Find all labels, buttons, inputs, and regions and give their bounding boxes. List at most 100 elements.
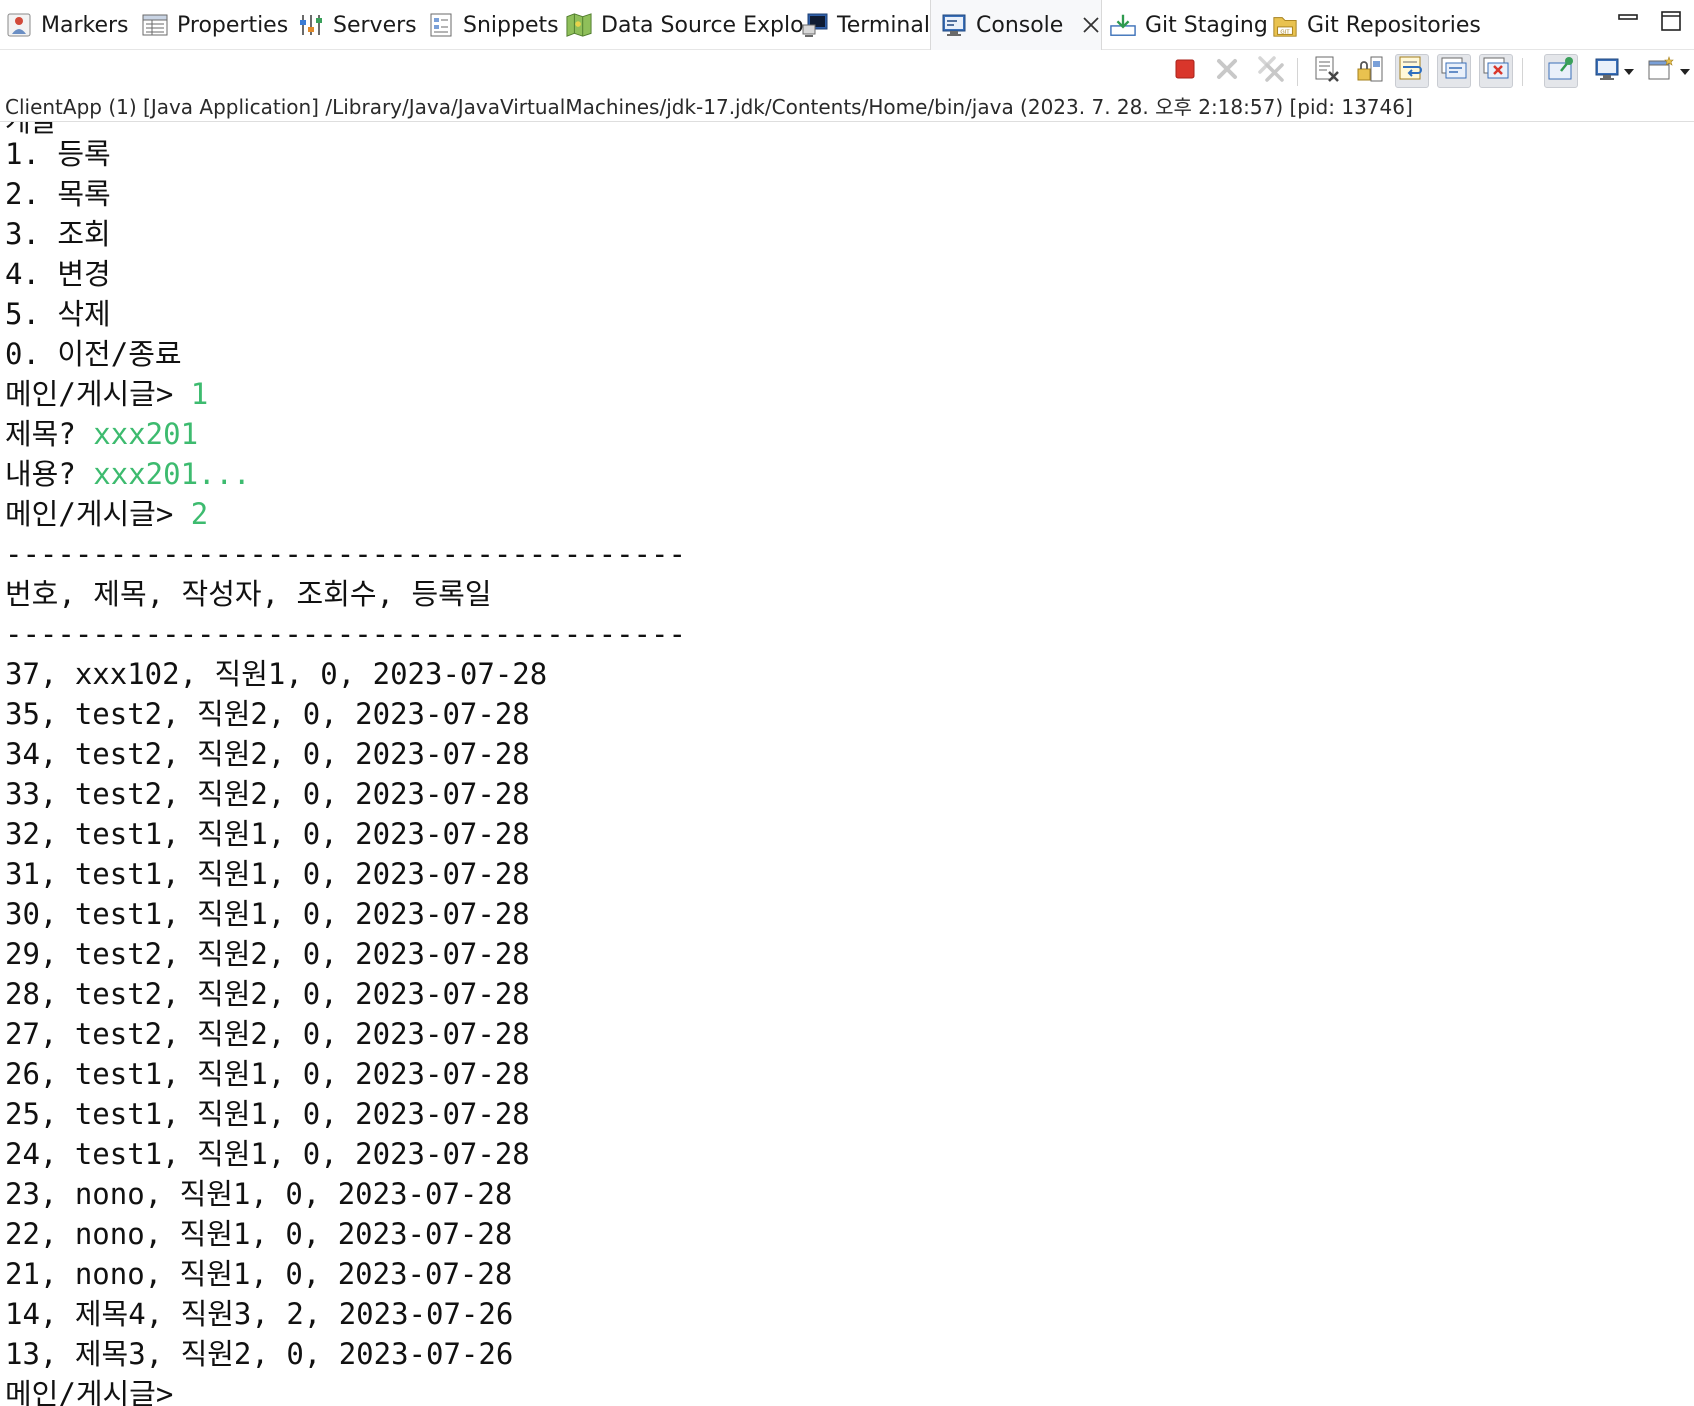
pin-console-button[interactable]: [1544, 54, 1578, 88]
console-line: 25, test1, 직원1, 0, 2023-07-28: [5, 1094, 686, 1134]
tab-label: Terminal: [837, 12, 930, 38]
show-console-on-stderr-button[interactable]: [1479, 54, 1513, 88]
launch-description: ClientApp (1) [Java Application] /Librar…: [5, 95, 1413, 119]
console-line-text: 1. 등록: [5, 137, 111, 171]
markers-icon: [6, 12, 32, 38]
tab-label: Markers: [41, 12, 129, 38]
minimize-icon[interactable]: [1617, 10, 1639, 32]
console-line: 23, nono, 직원1, 0, 2023-07-28: [5, 1174, 686, 1214]
console-line-text: 37, xxx102, 직원1, 0, 2023-07-28: [5, 657, 548, 691]
console-line-text: 5. 삭제: [5, 297, 111, 331]
console-line-text: 메인/게시글>: [5, 377, 191, 411]
console-output[interactable]: 게글 1. 등록2. 목록3. 조회4. 변경5. 삭제0. 이전/종료메인/게…: [5, 122, 1690, 1406]
console-line: 37, xxx102, 직원1, 0, 2023-07-28: [5, 654, 686, 694]
console-line-text: 번호, 제목, 작성자, 조회수, 등록일: [5, 577, 492, 611]
tab-snippets[interactable]: Snippets: [428, 0, 559, 50]
console-line-text: 28, test2, 직원2, 0, 2023-07-28: [5, 977, 530, 1011]
tab-markers[interactable]: Markers: [6, 0, 129, 50]
tab-label: Servers: [333, 12, 417, 38]
clear-console-button[interactable]: [1310, 54, 1344, 88]
data-source-explorer-icon: [566, 12, 592, 38]
console-line-text: ---------------------------------------: [5, 537, 686, 571]
terminal-icon: [802, 12, 828, 38]
maximize-icon[interactable]: [1660, 10, 1682, 32]
console-line: 28, test2, 직원2, 0, 2023-07-28: [5, 974, 686, 1014]
console-line-text: 26, test1, 직원1, 0, 2023-07-28: [5, 1057, 530, 1091]
tab-git-repositories[interactable]: GIT Git Repositories: [1272, 0, 1481, 50]
remove-launch-button[interactable]: [1210, 54, 1244, 88]
properties-icon: [142, 12, 168, 38]
word-wrap-button[interactable]: [1395, 54, 1429, 88]
display-selected-console-icon: [1594, 56, 1620, 86]
display-selected-console-button[interactable]: [1590, 54, 1624, 88]
show-console-on-stderr-icon: [1482, 55, 1510, 87]
servers-icon: [298, 12, 324, 38]
git-staging-icon: [1110, 12, 1136, 38]
show-console-on-stdout-icon: [1440, 55, 1468, 87]
console-line: 2. 목록: [5, 174, 686, 214]
chevron-down-icon[interactable]: [1622, 64, 1636, 78]
console-line: 1. 등록: [5, 134, 686, 174]
tab-label: Snippets: [463, 12, 559, 38]
remove-launch-icon: [1214, 56, 1240, 86]
tab-label: Git Staging: [1145, 12, 1268, 38]
console-line-text: 24, test1, 직원1, 0, 2023-07-28: [5, 1137, 530, 1171]
console-line: 0. 이전/종료: [5, 334, 686, 374]
svg-text:GIT: GIT: [1280, 29, 1290, 35]
console-line-text: 33, test2, 직원2, 0, 2023-07-28: [5, 777, 530, 811]
pin-console-icon: [1547, 55, 1575, 87]
console-line: 26, test1, 직원1, 0, 2023-07-28: [5, 1054, 686, 1094]
console-line: 24, test1, 직원1, 0, 2023-07-28: [5, 1134, 686, 1174]
terminate-icon: [1173, 57, 1197, 85]
tab-label: Data Source Explo: [601, 12, 804, 38]
word-wrap-icon: [1398, 55, 1426, 87]
console-line: 내용? xxx201...: [5, 454, 686, 494]
show-console-on-stdout-button[interactable]: [1437, 54, 1471, 88]
scroll-lock-button[interactable]: [1353, 54, 1387, 88]
open-console-button[interactable]: [1644, 54, 1678, 88]
tab-terminal[interactable]: Terminal: [802, 0, 930, 50]
console-line-text: 25, test1, 직원1, 0, 2023-07-28: [5, 1097, 530, 1131]
close-icon[interactable]: [1081, 15, 1101, 35]
console-line: 35, test2, 직원2, 0, 2023-07-28: [5, 694, 686, 734]
console-lines: 1. 등록 2. 목록 3. 조회 4. 변경 5. 삭제 0. 이전/종료 메인/게시글>…: [5, 134, 686, 1406]
tab-servers[interactable]: Servers: [298, 0, 417, 50]
console-toolbar: [0, 50, 1694, 94]
console-line: 27, test2, 직원2, 0, 2023-07-28: [5, 1014, 686, 1054]
remove-all-terminated-button[interactable]: [1254, 54, 1288, 88]
console-line-text: 2. 목록: [5, 177, 111, 211]
tab-console[interactable]: Console: [930, 0, 1102, 50]
scroll-lock-icon: [1356, 55, 1384, 87]
console-line-text: 32, test1, 직원1, 0, 2023-07-28: [5, 817, 530, 851]
console-line: 14, 제목4, 직원3, 2, 2023-07-26: [5, 1294, 686, 1334]
tab-label: Console: [976, 12, 1064, 38]
console-line: 메인/게시글> 1: [5, 374, 686, 414]
console-user-input: 2: [190, 497, 209, 531]
git-repositories-icon: GIT: [1272, 12, 1298, 38]
console-line: 30, test1, 직원1, 0, 2023-07-28: [5, 894, 686, 934]
console-line: 29, test2, 직원2, 0, 2023-07-28: [5, 934, 686, 974]
console-line: 메인/게시글> 2: [5, 494, 686, 534]
console-line: 4. 변경: [5, 254, 686, 294]
console-line: 22, nono, 직원1, 0, 2023-07-28: [5, 1214, 686, 1254]
snippets-icon: [428, 12, 454, 38]
tab-properties[interactable]: Properties: [142, 0, 288, 50]
console-line-text: 35, test2, 직원2, 0, 2023-07-28: [5, 697, 530, 731]
console-line-text: ---------------------------------------: [5, 617, 686, 651]
chevron-down-icon[interactable]: [1678, 64, 1692, 78]
console-line-text: 31, test1, 직원1, 0, 2023-07-28: [5, 857, 530, 891]
console-line-text: 14, 제목4, 직원3, 2, 2023-07-26: [5, 1297, 514, 1331]
open-console-icon: [1647, 55, 1675, 87]
console-line-text: 13, 제목3, 직원2, 0, 2023-07-26: [5, 1337, 514, 1371]
console-line-text: 27, test2, 직원2, 0, 2023-07-28: [5, 1017, 530, 1051]
console-line-text: 30, test1, 직원1, 0, 2023-07-28: [5, 897, 530, 931]
tab-git-staging[interactable]: Git Staging: [1110, 0, 1268, 50]
tab-label: Git Repositories: [1307, 12, 1481, 38]
console-line-text: 29, test2, 직원2, 0, 2023-07-28: [5, 937, 530, 971]
tab-data-source-explorer[interactable]: Data Source Explo: [566, 0, 804, 50]
console-line-text: 4. 변경: [5, 257, 111, 291]
console-user-input: 1: [190, 377, 209, 411]
terminate-button[interactable]: [1168, 54, 1202, 88]
console-line: 34, test2, 직원2, 0, 2023-07-28: [5, 734, 686, 774]
toolbar-separator: [1522, 58, 1523, 86]
